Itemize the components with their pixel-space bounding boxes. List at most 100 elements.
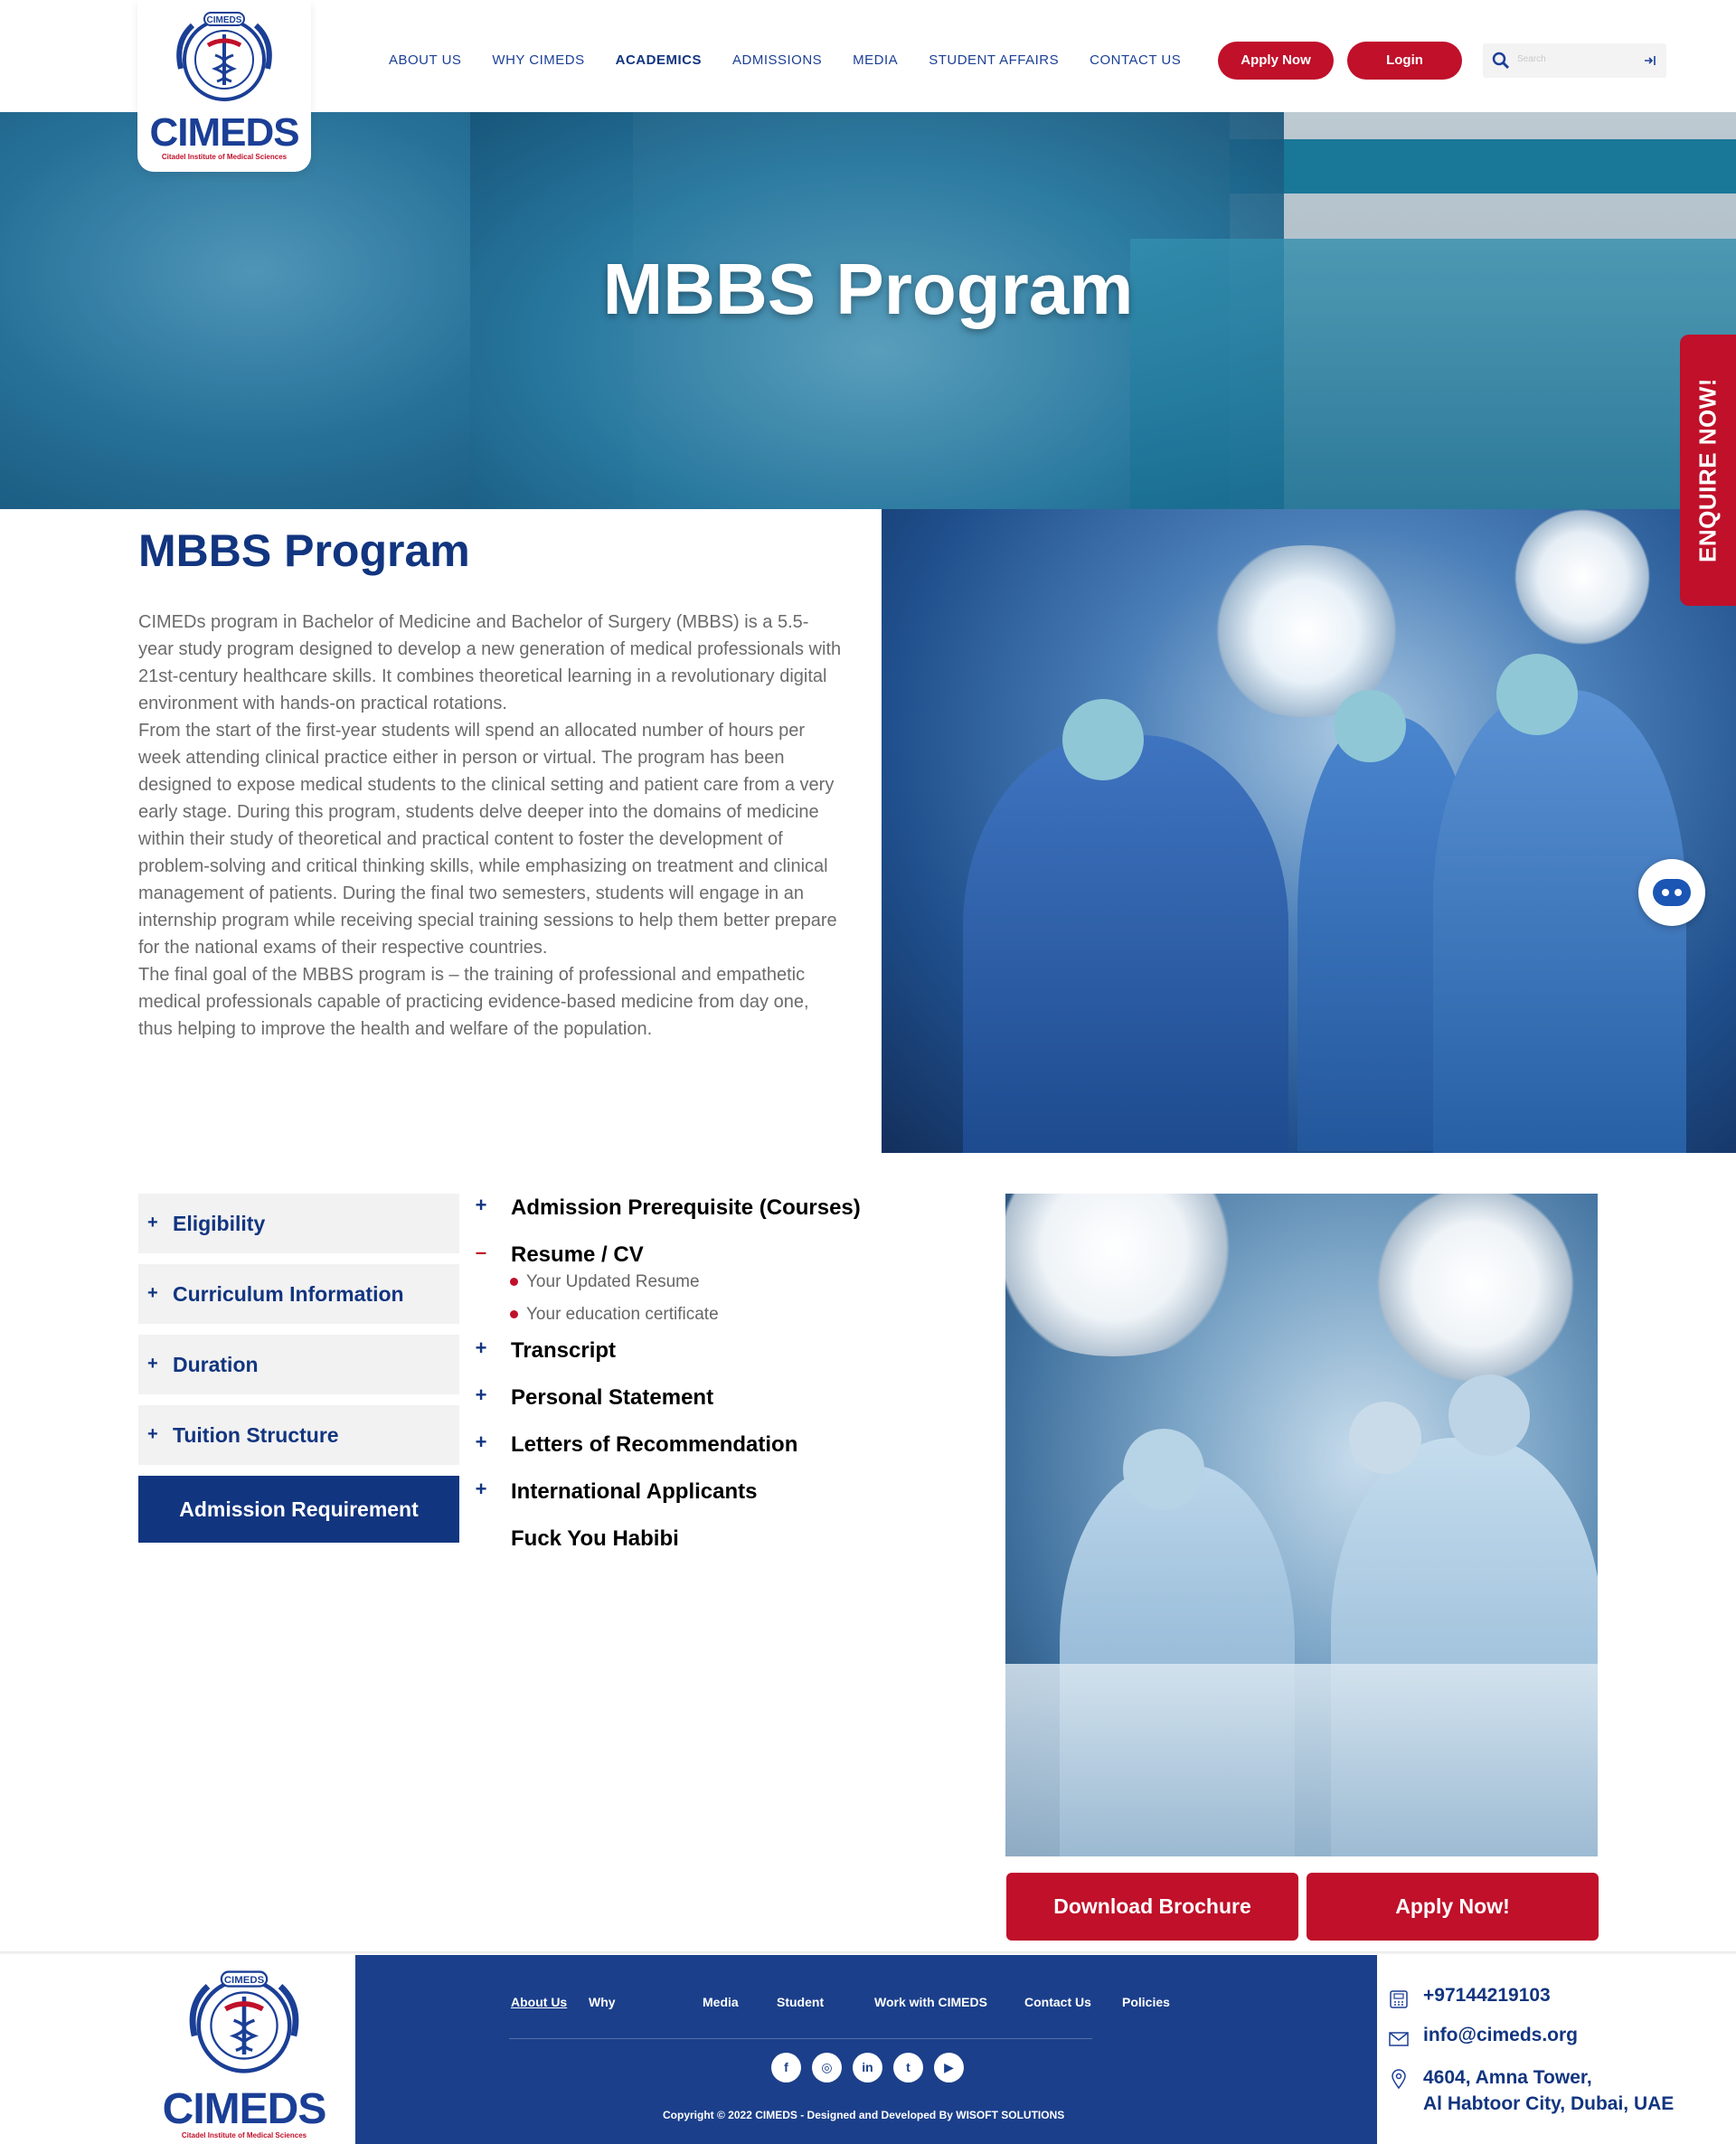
nav-media[interactable]: MEDIA <box>853 52 898 68</box>
emblem-ring-text: CIMEDS <box>224 1975 265 1986</box>
resume-cv-details: Your Updated Resume Your education certi… <box>470 1271 958 1336</box>
accordion-title: International Applicants <box>511 1479 758 1504</box>
logo-wordmark: CIMEDS <box>162 2085 327 2133</box>
list-item: Your Updated Resume <box>508 1271 958 1304</box>
page-title: MBBS Program <box>138 525 470 576</box>
accordion-transcript[interactable]: + Transcript <box>470 1336 958 1384</box>
search-submit-icon[interactable] <box>1643 53 1657 68</box>
header-login-button[interactable]: Login <box>1347 42 1462 80</box>
phone-icon <box>1390 1990 1408 2008</box>
facebook-icon[interactable]: f <box>771 2053 801 2083</box>
accordion-title: Resume / CV <box>511 1242 644 1267</box>
footer-link-work-with-cimeds[interactable]: Work with CIMEDS <box>874 1995 1024 2009</box>
footer-link-why[interactable]: Why <box>589 1995 703 2009</box>
footer-divider <box>509 2038 1092 2039</box>
chatbot-button[interactable] <box>1638 859 1705 926</box>
tab-label: Eligibility <box>173 1212 266 1235</box>
email-address: info@cimeds.org <box>1423 2025 1578 2045</box>
program-tabs: + Eligibility + Curriculum Information +… <box>138 1194 459 1554</box>
requirements-note: Fuck You Habibi <box>511 1526 679 1551</box>
main-nav: ABOUT US WHY CIMEDS ACADEMICS ADMISSIONS… <box>389 52 1212 68</box>
cimeds-emblem-icon: CIMEDS <box>189 1970 299 2073</box>
apply-now-button[interactable]: Apply Now! <box>1307 1873 1599 1941</box>
nav-why-cimeds[interactable]: WHY CIMEDS <box>492 52 584 68</box>
phone-number: +97144219103 <box>1423 1985 1551 2006</box>
list-item: Your education certificate <box>508 1304 958 1336</box>
tab-label: Curriculum Information <box>173 1282 404 1306</box>
footer-link-about-us[interactable]: About Us <box>511 1995 589 2009</box>
bullet-icon <box>510 1310 518 1318</box>
expand-plus-icon: + <box>147 1213 158 1233</box>
accordion-title: Personal Statement <box>511 1385 714 1410</box>
tab-label: Tuition Structure <box>173 1423 339 1447</box>
accordion-international-applicants[interactable]: + International Applicants <box>470 1478 958 1525</box>
expand-plus-icon: + <box>475 1194 487 1216</box>
tab-label: Admission Requirement <box>179 1497 419 1521</box>
search-input[interactable]: Search <box>1517 54 1546 64</box>
enquire-now-tab[interactable]: ENQUIRE NOW! <box>1680 335 1736 606</box>
tab-tuition-structure[interactable]: + Tuition Structure <box>138 1405 459 1465</box>
search-icon <box>1492 52 1510 70</box>
site-header: CIMEDS CIMEDS Citadel Institute of Medic… <box>0 0 1736 172</box>
youtube-icon[interactable]: ▶ <box>934 2053 964 2083</box>
search-box[interactable]: Search <box>1483 43 1666 78</box>
accordion-title: Admission Prerequisite (Courses) <box>511 1195 861 1220</box>
expand-plus-icon: + <box>147 1283 158 1303</box>
accordion-title: Transcript <box>511 1338 617 1363</box>
hero-title: MBBS Program <box>602 249 1134 329</box>
description-paragraph: From the start of the first-year student… <box>138 721 837 958</box>
description-paragraph: The final goal of the MBBS program is – … <box>138 965 809 1039</box>
footer-link-policies[interactable]: Policies <box>1122 1995 1194 2009</box>
nav-about-us[interactable]: ABOUT US <box>389 52 461 68</box>
address-text: 4604, Amna Tower, Al Habtoor City, Dubai… <box>1423 2064 1674 2117</box>
footer-link-contact-us[interactable]: Contact Us <box>1024 1995 1122 2009</box>
footer-nav: About Us Why Media Student Work with CIM… <box>511 1995 1194 2009</box>
tab-eligibility[interactable]: + Eligibility <box>138 1194 459 1253</box>
site-logo[interactable]: CIMEDS CIMEDS Citadel Institute of Medic… <box>137 0 311 172</box>
nav-student-affairs[interactable]: STUDENT AFFAIRS <box>929 52 1059 68</box>
expand-plus-icon: + <box>475 1336 487 1359</box>
location-pin-icon <box>1392 2069 1406 2090</box>
chatbot-icon <box>1653 879 1691 906</box>
tab-admission-requirement[interactable]: Admission Requirement <box>138 1476 459 1543</box>
footer-link-student[interactable]: Student <box>777 1995 874 2009</box>
accordion-personal-statement[interactable]: + Personal Statement <box>470 1384 958 1431</box>
footer-logo[interactable]: CIMEDS CIMEDS Citadel Institute of Medic… <box>154 1962 335 2139</box>
enquire-now-label: ENQUIRE NOW! <box>1694 378 1722 562</box>
cimeds-emblem-icon: CIMEDS <box>176 12 272 101</box>
download-brochure-button[interactable]: Download Brochure <box>1006 1873 1298 1941</box>
address-line: 4604, Amna Tower, <box>1423 2067 1592 2088</box>
footer-panel: About Us Why Media Student Work with CIM… <box>355 1955 1377 2144</box>
copyright-text: Copyright © 2022 CIMEDS - Designed and D… <box>663 2109 1065 2121</box>
bullet-icon <box>510 1278 518 1286</box>
logo-subtitle: Citadel Institute of Medical Sciences <box>161 153 288 161</box>
address-line: Al Habtoor City, Dubai, UAE <box>1423 2093 1675 2114</box>
expand-plus-icon: + <box>475 1431 487 1453</box>
social-links: f ◎ in t ▶ <box>771 2053 964 2083</box>
program-description: CIMEDs program in Bachelor of Medicine a… <box>138 609 844 1043</box>
logo-wordmark: CIMEDS <box>149 110 299 155</box>
linkedin-icon[interactable]: in <box>853 2053 882 2083</box>
accordion-admission-prerequisite[interactable]: + Admission Prerequisite (Courses) <box>470 1194 958 1241</box>
description-paragraph: CIMEDs program in Bachelor of Medicine a… <box>138 612 842 713</box>
requirements-note-row: Fuck You Habibi <box>470 1525 958 1572</box>
nav-admissions[interactable]: ADMISSIONS <box>732 52 822 68</box>
header-apply-now-button[interactable]: Apply Now <box>1218 42 1334 80</box>
nav-academics[interactable]: ACADEMICS <box>616 52 702 68</box>
admission-requirements-list: + Admission Prerequisite (Courses) – Res… <box>470 1194 958 1572</box>
emblem-ring-text: CIMEDS <box>207 15 242 25</box>
instagram-icon[interactable]: ◎ <box>812 2053 842 2083</box>
tab-duration[interactable]: + Duration <box>138 1335 459 1394</box>
tab-curriculum-information[interactable]: + Curriculum Information <box>138 1264 459 1324</box>
operating-room-photo <box>1005 1194 1598 1856</box>
surgery-team-photo <box>882 509 1736 1153</box>
expand-plus-icon: + <box>475 1478 487 1500</box>
expand-plus-icon: + <box>147 1354 158 1374</box>
accordion-letters-of-recommendation[interactable]: + Letters of Recommendation <box>470 1431 958 1478</box>
tab-label: Duration <box>173 1353 259 1376</box>
nav-contact-us[interactable]: CONTACT US <box>1090 52 1181 68</box>
expand-plus-icon: + <box>475 1384 487 1406</box>
footer-link-media[interactable]: Media <box>703 1995 777 2009</box>
mail-icon <box>1389 2032 1409 2046</box>
twitter-icon[interactable]: t <box>893 2053 923 2083</box>
